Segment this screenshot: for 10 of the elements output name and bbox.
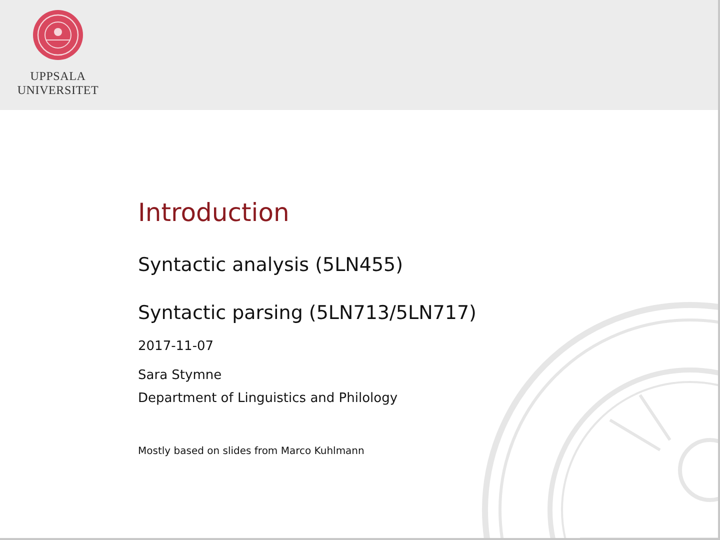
logo-wordmark: UNIVERSITET <box>17 83 99 97</box>
footnote-text: Mostly based on slides from Marco Kuhlmann <box>138 446 366 457</box>
slide-subtitle: Syntactic parsing (5LN713/5LN717) <box>138 301 478 325</box>
logo-wordmark: UPPSALA <box>29 69 87 83</box>
slide-subtitle: Syntactic analysis (5LN455) <box>138 253 404 277</box>
slide-title: Introduction <box>138 198 290 228</box>
author-name: Sara Stymne <box>138 368 223 383</box>
department-name: Department of Linguistics and Philology <box>138 391 399 406</box>
seal-logo-icon <box>32 9 84 61</box>
date-text: 2017-11-07 <box>138 339 215 354</box>
